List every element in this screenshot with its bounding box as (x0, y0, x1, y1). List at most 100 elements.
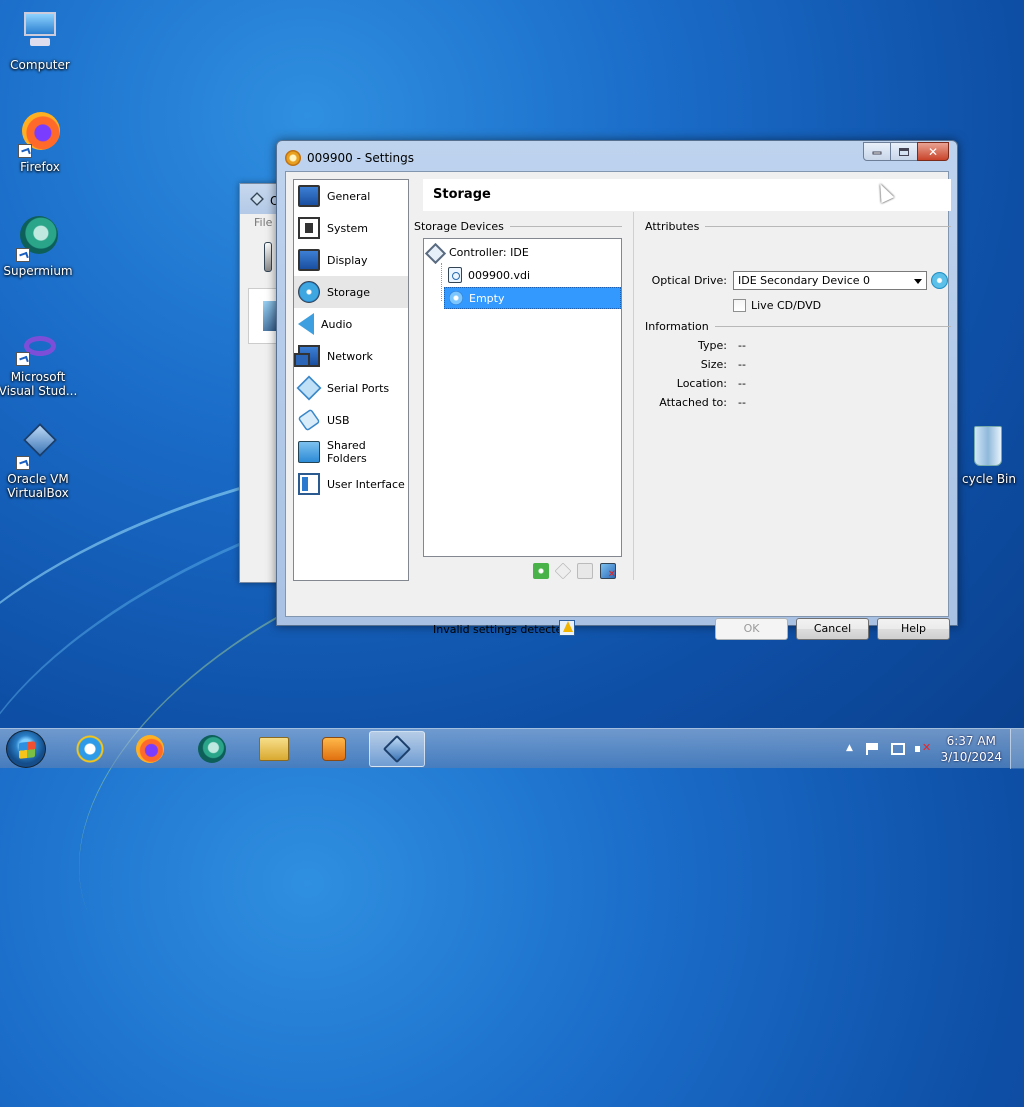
nav-item-audio[interactable]: Audio (294, 308, 408, 340)
taskbar-media-player[interactable] (306, 731, 362, 767)
settings-dialog[interactable]: 009900 - Settings ✕ General System Displ… (276, 140, 958, 640)
nav-item-network[interactable]: Network (294, 340, 408, 372)
monitor-icon (298, 185, 320, 207)
desktop-icon-label: Computer (10, 58, 70, 72)
network-icon[interactable] (891, 743, 905, 755)
desktop-icon-label: Microsoft Visual Stud... (0, 370, 78, 398)
nav-item-label: Shared Folders (327, 439, 367, 465)
cancel-button[interactable]: Cancel (796, 618, 869, 640)
nav-item-label: User Interface (327, 477, 405, 491)
tree-row-controller[interactable]: Controller: IDE (427, 241, 529, 263)
window-title-bar: 009900 - Settings (285, 149, 414, 167)
info-type-value: -- (738, 339, 746, 352)
info-attached-label: Attached to: (659, 396, 727, 409)
virtualbox-icon (382, 734, 412, 764)
ui-icon (298, 473, 320, 495)
remove-attachment-icon[interactable]: ✕ (600, 563, 616, 580)
nav-item-usb[interactable]: USB (294, 404, 408, 436)
live-cd-checkbox[interactable] (733, 299, 746, 312)
info-location-label: Location: (676, 377, 727, 390)
desktop-icon-virtualbox[interactable]: Oracle VM VirtualBox (0, 422, 78, 500)
media-player-icon (322, 737, 346, 761)
network-icon (294, 345, 320, 367)
nav-item-serial-ports[interactable]: Serial Ports (294, 372, 408, 404)
help-button[interactable]: Help (877, 618, 950, 640)
start-button[interactable] (6, 730, 46, 768)
nav-item-general[interactable]: General (294, 180, 408, 212)
display-icon (298, 249, 320, 271)
tray-expand-icon[interactable]: ▲ (846, 743, 860, 755)
status-text: Invalid settings detected (433, 623, 570, 636)
nav-item-label: Serial Ports (327, 381, 390, 395)
chevron-down-icon (914, 279, 922, 284)
optical-drive-label: Optical Drive: (651, 274, 727, 287)
folder-icon (259, 737, 289, 761)
tree-row-label: Empty (469, 291, 505, 305)
taskbar-firefox[interactable] (122, 731, 178, 767)
group-title-text: Storage Devices (414, 220, 504, 233)
nav-item-label: Storage (327, 285, 371, 299)
taskbar-file-explorer[interactable] (246, 731, 302, 767)
desktop-icon-label: Oracle VM VirtualBox (7, 472, 69, 500)
storage-tree[interactable]: Controller: IDE 009900.vdi Empty (423, 238, 622, 557)
close-icon: ✕ (927, 144, 939, 159)
close-button[interactable]: ✕ (917, 142, 949, 161)
info-size-value: -- (738, 358, 746, 371)
info-location-value: -- (738, 377, 746, 390)
maximize-button[interactable] (890, 142, 918, 161)
chip-icon (298, 217, 320, 239)
taskbar-clock[interactable]: 6:37 AM 3/10/2024 (940, 733, 1002, 765)
action-center-flag-icon[interactable] (866, 743, 880, 755)
nav-item-shared-folders[interactable]: Shared Folders (294, 436, 408, 468)
choose-disk-icon[interactable] (931, 272, 948, 289)
disc-icon (298, 281, 320, 303)
warning-icon[interactable] (559, 620, 575, 636)
show-desktop-button[interactable] (1010, 729, 1024, 769)
tree-row-optical-disc[interactable]: Empty (444, 287, 621, 309)
desktop-icon-label: Firefox (20, 160, 60, 174)
add-attachment-icon[interactable] (577, 563, 593, 579)
add-controller-icon[interactable] (533, 563, 549, 579)
group-title-text: Attributes (645, 220, 700, 233)
tree-row-hard-disk[interactable]: 009900.vdi (448, 264, 530, 286)
taskbar-supermium[interactable] (184, 731, 240, 767)
dialog-client-area: General System Display Storage Audio Net… (285, 171, 951, 640)
desktop-icon-firefox[interactable]: Firefox (0, 110, 80, 174)
nav-item-label: Audio (321, 317, 353, 331)
volume-muted-icon[interactable]: ✕ (915, 741, 931, 755)
desktop-icon-supermium[interactable]: Supermium (0, 214, 78, 278)
caption-buttons: ✕ (863, 142, 949, 161)
page-title: Storage (423, 179, 951, 211)
firefox-icon (136, 735, 164, 763)
live-cd-label: Live CD/DVD (751, 299, 822, 312)
supermium-icon (14, 214, 62, 262)
usb-icon (297, 408, 321, 432)
group-title-text: Information (645, 320, 709, 333)
taskbar-internet-explorer[interactable] (62, 731, 118, 767)
desktop-icon-visual-studio[interactable]: Microsoft Visual Stud... (0, 330, 78, 398)
desktop-icon-label: Supermium (3, 264, 73, 278)
virtualbox-icon (14, 422, 62, 470)
info-type-label: Type: (698, 339, 727, 352)
nav-item-user-interface[interactable]: User Interface (294, 468, 408, 500)
desktop-icon-computer[interactable]: Computer (0, 8, 80, 72)
nav-item-storage[interactable]: Storage (294, 276, 408, 308)
supermium-icon (198, 735, 226, 763)
recycle-bin-icon (960, 422, 1008, 470)
taskbar-virtualbox[interactable] (369, 731, 425, 767)
minimize-icon (872, 151, 882, 155)
window-title: 009900 - Settings (307, 151, 414, 165)
visual-studio-icon (14, 330, 62, 368)
remove-controller-icon[interactable] (554, 562, 572, 580)
optical-drive-value: IDE Secondary Device 0 (738, 274, 871, 287)
folder-icon (298, 441, 320, 463)
toolbar-icon[interactable] (264, 242, 272, 272)
controller-icon (427, 245, 443, 259)
internet-explorer-icon (76, 735, 104, 763)
optical-drive-select[interactable]: IDE Secondary Device 0 (733, 271, 927, 290)
ok-button[interactable]: OK (715, 618, 788, 640)
nav-item-system[interactable]: System (294, 212, 408, 244)
hard-disk-icon (448, 267, 462, 283)
minimize-button[interactable] (863, 142, 891, 161)
nav-item-display[interactable]: Display (294, 244, 408, 276)
